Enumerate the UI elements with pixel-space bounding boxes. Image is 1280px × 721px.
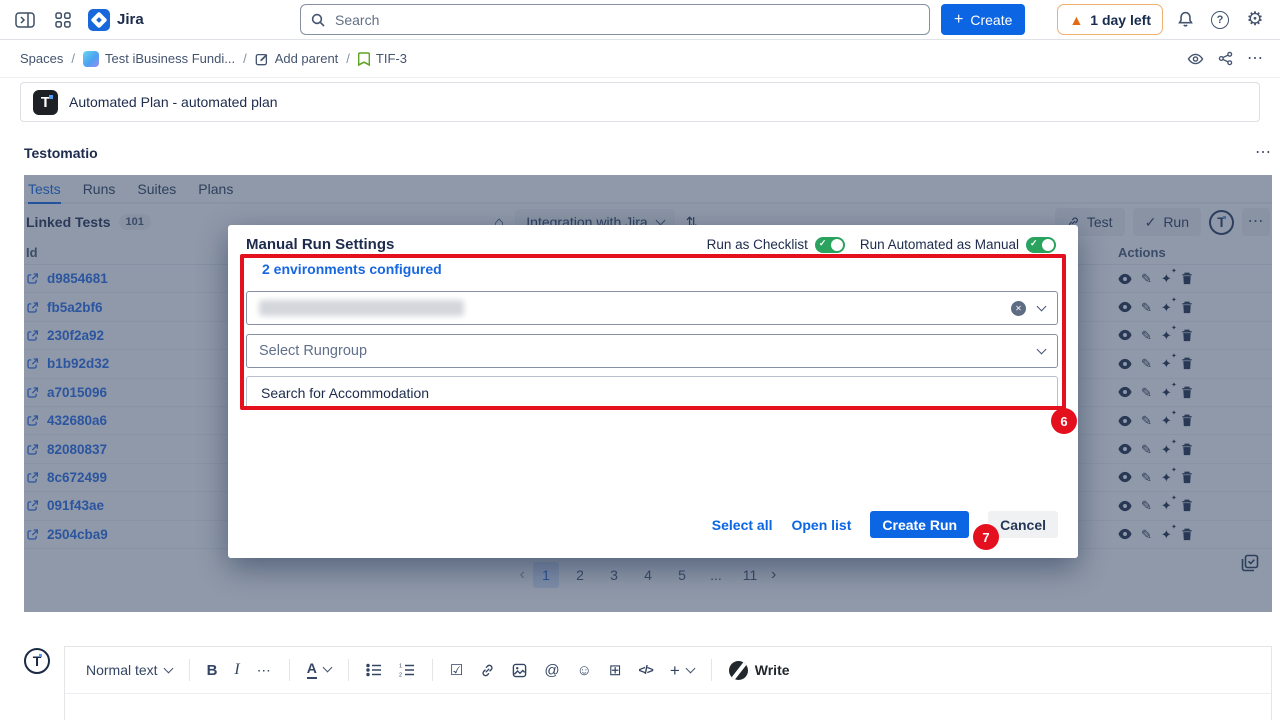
automated-plan-card[interactable]: T Automated Plan - automated plan (20, 82, 1260, 122)
breadcrumb-add-parent[interactable]: Add parent (255, 51, 339, 66)
help-icon[interactable]: ? (1207, 7, 1233, 33)
chevron-down-icon (322, 663, 332, 673)
more-actions-icon[interactable]: ⋯ (1247, 51, 1264, 67)
top-nav: Jira + Create ▲ 1 day left ? ⚙ (0, 0, 1280, 40)
more-formatting-icon[interactable]: ⋯ (257, 663, 272, 677)
modal-title: Manual Run Settings (246, 236, 394, 253)
test-search-input[interactable] (259, 384, 1045, 402)
ai-write-button[interactable]: Write (729, 661, 790, 680)
link-icon[interactable] (480, 663, 495, 678)
svg-text:1: 1 (399, 664, 402, 670)
environments-link[interactable]: 2 environments configured (262, 261, 442, 277)
search-icon (311, 13, 325, 27)
breadcrumb-separator: / (243, 51, 247, 66)
jira-brand[interactable]: Jira (88, 9, 144, 31)
text-color-button[interactable]: A (307, 661, 331, 678)
chevron-down-icon (1037, 301, 1047, 311)
select-all-link[interactable]: Select all (712, 517, 773, 533)
jira-logo-icon (88, 9, 110, 31)
chevron-down-icon (685, 663, 695, 673)
numbered-list-icon[interactable]: 12 (399, 663, 415, 677)
toggle-automated-label: Run Automated as Manual (860, 237, 1019, 252)
chevron-down-icon (1037, 344, 1047, 354)
plan-title: Automated Plan - automated plan (69, 94, 278, 110)
environment-select[interactable]: ✕ (246, 291, 1058, 325)
testomatio-logo-icon: T (33, 90, 58, 115)
notifications-bell-icon[interactable] (1172, 7, 1198, 33)
widget-more-icon[interactable]: ⋯ (1255, 145, 1272, 161)
breadcrumb-space[interactable]: Test iBusiness Fundi... (83, 51, 235, 67)
settings-gear-icon[interactable]: ⚙ (1242, 7, 1268, 33)
chevron-down-icon (163, 663, 173, 673)
mention-icon[interactable]: @ (544, 663, 559, 678)
editor-toolbar: Normal text B I ⋯ A 12 ☑ @ ☺ ⊞ </> + Wri… (65, 647, 1271, 694)
rungroup-select[interactable]: Select Rungroup (246, 334, 1058, 368)
toolbar-divider (289, 659, 290, 681)
toolbar-divider (432, 659, 433, 681)
bookmark-icon (358, 52, 370, 66)
sidebar-toggle-icon[interactable] (12, 7, 38, 33)
breadcrumb: Spaces / Test iBusiness Fundi... / Add p… (0, 40, 1280, 78)
insert-more-button[interactable]: + (670, 662, 694, 679)
text-style-select[interactable]: Normal text (86, 662, 172, 678)
testomatio-avatar-icon: T (24, 648, 50, 674)
breadcrumb-separator: / (346, 51, 350, 66)
edit-icon (255, 52, 269, 66)
share-icon[interactable] (1218, 51, 1233, 66)
create-run-button[interactable]: Create Run (870, 511, 969, 538)
testomatio-widget: Tests Runs Suites Plans Linked Tests 101… (24, 175, 1272, 612)
toolbar-divider (348, 659, 349, 681)
watch-eye-icon[interactable] (1187, 52, 1204, 66)
open-list-link[interactable]: Open list (791, 517, 851, 533)
clear-icon[interactable]: ✕ (1011, 301, 1026, 316)
space-avatar (83, 51, 99, 67)
app-name: Jira (117, 11, 144, 28)
search-input[interactable] (333, 11, 919, 29)
task-checkbox-icon[interactable]: ☑ (450, 663, 463, 678)
editor-content-area[interactable] (65, 694, 1271, 721)
plus-icon: + (670, 662, 680, 679)
run-as-checklist-toggle[interactable] (815, 237, 845, 253)
svg-text:2: 2 (399, 673, 402, 678)
emoji-icon[interactable]: ☺ (577, 663, 592, 678)
italic-button[interactable]: I (234, 661, 239, 679)
widget-heading: Testomatio (24, 145, 98, 161)
image-icon[interactable] (512, 663, 527, 678)
manual-run-settings-modal: Manual Run Settings Run as Checklist Run… (228, 225, 1078, 558)
warning-icon: ▲ (1069, 13, 1083, 27)
toggle-checklist-label: Run as Checklist (707, 237, 808, 252)
toolbar-divider (189, 659, 190, 681)
breadcrumb-spaces[interactable]: Spaces (20, 51, 63, 66)
breadcrumb-issue[interactable]: TIF-3 (358, 51, 407, 66)
annotation-step-badge: 6 (1051, 408, 1077, 434)
rungroup-placeholder: Select Rungroup (259, 343, 367, 359)
redacted-environment-value (259, 300, 464, 316)
test-search-field[interactable] (246, 376, 1058, 409)
plus-icon: + (954, 12, 963, 28)
comment-editor[interactable]: Normal text B I ⋯ A 12 ☑ @ ☺ ⊞ </> + Wri… (64, 646, 1272, 720)
annotation-step-badge: 7 (973, 524, 999, 550)
code-icon[interactable]: </> (638, 663, 652, 677)
global-search[interactable] (300, 4, 930, 35)
bullet-list-icon[interactable] (366, 663, 382, 677)
run-automated-as-manual-toggle[interactable] (1026, 237, 1056, 253)
toolbar-divider (711, 659, 712, 681)
breadcrumb-separator: / (71, 51, 75, 66)
create-button[interactable]: + Create (941, 4, 1025, 35)
ai-write-logo-icon (729, 661, 748, 680)
trial-countdown-badge[interactable]: ▲ 1 day left (1057, 4, 1163, 35)
table-icon[interactable]: ⊞ (609, 663, 622, 678)
app-switcher-icon[interactable] (50, 7, 76, 33)
bold-button[interactable]: B (207, 662, 218, 679)
